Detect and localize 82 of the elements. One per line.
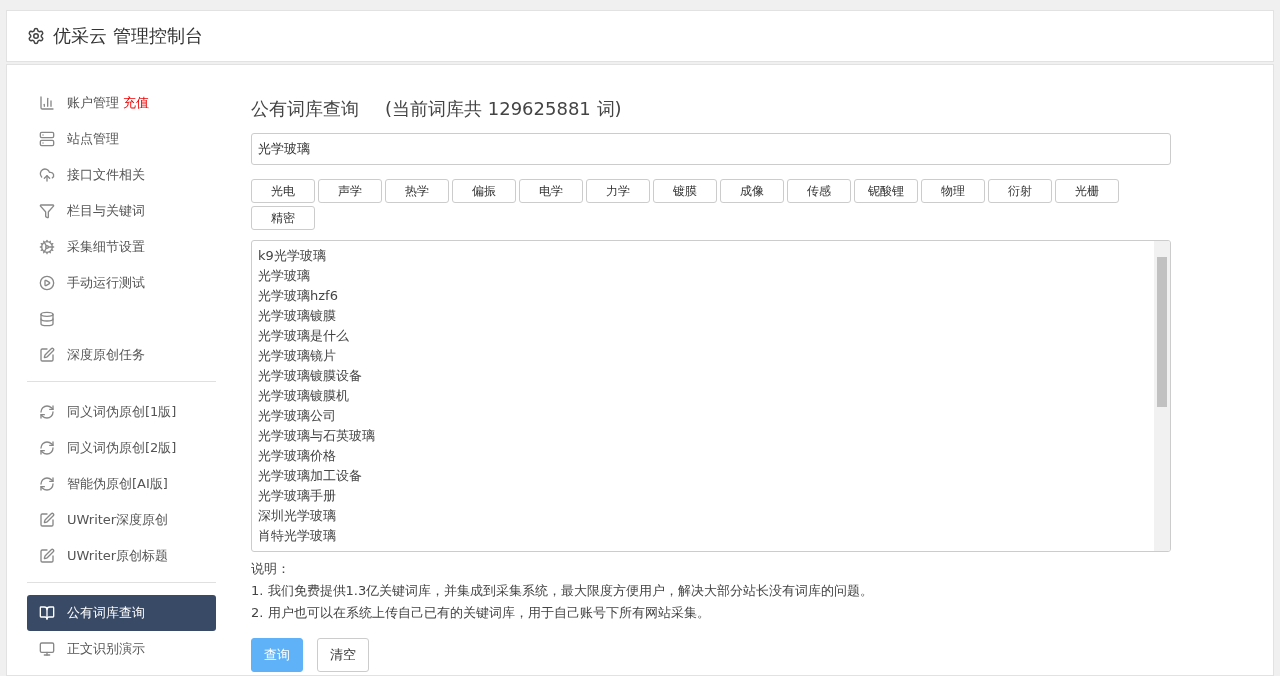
- sidebar-item[interactable]: UWriter原创标题: [27, 538, 216, 574]
- result-item[interactable]: 光学玻璃是什么: [258, 326, 1148, 346]
- page-title: 公有词库查询: [251, 97, 359, 121]
- sidebar-label: UWriter深度原创: [67, 511, 169, 529]
- scroll-thumb[interactable]: [1157, 257, 1167, 407]
- console-title: 优采云 管理控制台: [53, 24, 203, 48]
- result-item[interactable]: 光学玻璃镜片: [258, 346, 1148, 366]
- sidebar-item[interactable]: 手动运行测试: [27, 265, 216, 301]
- category-tag[interactable]: 力学: [586, 179, 650, 203]
- category-tag[interactable]: 偏振: [452, 179, 516, 203]
- category-tag[interactable]: 热学: [385, 179, 449, 203]
- category-tag[interactable]: 声学: [318, 179, 382, 203]
- refresh-icon: [39, 404, 55, 420]
- note-text: 2. 用户也可以在系统上传自己已有的关键词库，用于自己账号下所有网站采集。: [251, 604, 711, 622]
- chart-icon: [39, 95, 55, 111]
- result-item[interactable]: 深圳光学玻璃: [258, 506, 1148, 526]
- sidebar-label: 同义词伪原创[1版]: [67, 403, 177, 421]
- database-icon: [39, 311, 55, 327]
- sidebar-item[interactable]: 智能伪原创[AI版]: [27, 466, 216, 502]
- sidebar-label: UWriter原创标题: [67, 547, 169, 565]
- sidebar-label: 手动运行测试: [67, 274, 145, 292]
- edit-icon: [39, 512, 55, 528]
- sidebar-label: 栏目与关键词: [67, 202, 145, 220]
- sidebar-item[interactable]: 账户管理 充值: [27, 85, 216, 121]
- sidebar-item[interactable]: 深度原创任务: [27, 337, 216, 373]
- recharge-link[interactable]: 充值: [123, 94, 149, 112]
- sidebar-item[interactable]: 正文识别演示: [27, 631, 216, 667]
- sidebar-item[interactable]: UWriter深度原创: [27, 502, 216, 538]
- result-item[interactable]: 光学玻璃hzf6: [258, 286, 1148, 306]
- clear-button[interactable]: 清空: [317, 638, 369, 672]
- sidebar-label: 账户管理: [67, 94, 119, 112]
- search-field[interactable]: 光学玻璃: [251, 133, 1171, 165]
- book-icon: [39, 605, 55, 621]
- settings-icon: [27, 27, 45, 45]
- result-item[interactable]: 光学玻璃镀膜设备: [258, 366, 1148, 386]
- sidebar-label: 公有词库查询: [67, 604, 145, 622]
- result-item[interactable]: 光学玻璃手册: [258, 486, 1148, 506]
- category-tag[interactable]: 光栅: [1055, 179, 1119, 203]
- result-item[interactable]: 光学玻璃加工设备: [258, 466, 1148, 486]
- play-icon: [39, 275, 55, 291]
- category-tag[interactable]: 成像: [720, 179, 784, 203]
- cloud-icon: [39, 167, 55, 183]
- note-text: 1. 我们免费提供1.3亿关键词库，并集成到采集系统，最大限度方便用户，解决大部分站长没有词库的问题。: [251, 582, 875, 600]
- category-tag[interactable]: 光电: [251, 179, 315, 203]
- server-icon: [39, 131, 55, 147]
- sidebar-item[interactable]: 同义词伪原创[2版]: [27, 430, 216, 466]
- category-tag[interactable]: 精密: [251, 206, 315, 230]
- sidebar-item[interactable]: 采集细节设置: [27, 229, 216, 265]
- sidebar-item[interactable]: 同义词伪原创[1版]: [27, 394, 216, 430]
- notes-title: 说明：: [251, 560, 291, 578]
- result-item[interactable]: k9光学玻璃: [258, 246, 1148, 266]
- refresh-icon: [39, 476, 55, 492]
- category-tag[interactable]: 铌酸锂: [854, 179, 918, 203]
- category-tag[interactable]: 衍射: [988, 179, 1052, 203]
- sidebar-item[interactable]: 站点管理: [27, 121, 216, 157]
- result-item[interactable]: 光学玻璃公司: [258, 406, 1148, 426]
- category-tag[interactable]: 传感: [787, 179, 851, 203]
- sidebar-label: 站点管理: [67, 130, 119, 148]
- sidebar-label: 采集细节设置: [67, 238, 145, 256]
- result-item[interactable]: 光学玻璃价格: [258, 446, 1148, 466]
- sidebar-item[interactable]: 栏目与关键词: [27, 193, 216, 229]
- sidebar-label: 正文识别演示: [67, 640, 145, 658]
- category-tag[interactable]: 镀膜: [653, 179, 717, 203]
- result-item[interactable]: 光学玻璃镀膜: [258, 306, 1148, 326]
- result-item[interactable]: 光学玻璃与石英玻璃: [258, 426, 1148, 446]
- sidebar-item[interactable]: 公有词库查询: [27, 595, 216, 631]
- category-tag[interactable]: 物理: [921, 179, 985, 203]
- refresh-icon: [39, 440, 55, 456]
- sidebar-item[interactable]: 接口文件相关: [27, 157, 216, 193]
- category-tag[interactable]: 电学: [519, 179, 583, 203]
- result-item[interactable]: 光学玻璃镀膜机: [258, 386, 1148, 406]
- edit-icon: [39, 548, 55, 564]
- monitor-icon: [39, 641, 55, 657]
- sidebar-label: 同义词伪原创[2版]: [67, 439, 177, 457]
- sidebar-label: 深度原创任务: [67, 346, 145, 364]
- sidebar-label: 接口文件相关: [67, 166, 145, 184]
- dictionary-count: (当前词库共 129625881 词): [385, 97, 622, 121]
- sidebar-label: 智能伪原创[AI版]: [67, 475, 168, 493]
- result-item[interactable]: 肖特光学玻璃: [258, 526, 1148, 546]
- filter-icon: [39, 203, 55, 219]
- edit-icon: [39, 347, 55, 363]
- result-item[interactable]: 光学玻璃: [258, 266, 1148, 286]
